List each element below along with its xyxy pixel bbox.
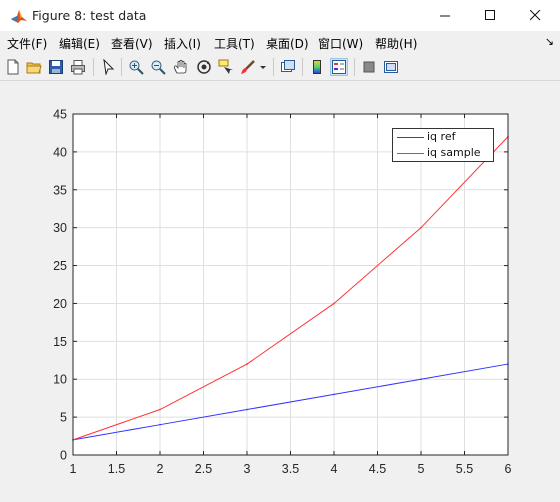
matlab-logo-icon	[10, 7, 28, 25]
title-bar[interactable]: Figure 8: test data	[0, 0, 560, 31]
hide-plot-tools-icon[interactable]	[360, 58, 378, 76]
new-figure-icon[interactable]	[4, 58, 22, 76]
data-point	[246, 408, 248, 411]
legend-label: iq ref	[427, 130, 456, 143]
rotate-3d-icon[interactable]	[195, 58, 213, 76]
menu-view[interactable]: 查看(V)	[111, 35, 153, 52]
x-tick-label: 5	[418, 462, 425, 476]
legend-icon[interactable]	[330, 58, 348, 76]
link-plot-icon[interactable]	[279, 58, 297, 76]
data-point	[333, 393, 335, 396]
y-tick-label: 40	[53, 145, 67, 159]
toolbar-separator	[302, 58, 303, 76]
zoom-out-icon[interactable]	[149, 58, 167, 76]
close-icon	[529, 10, 541, 21]
y-tick-label: 10	[53, 373, 67, 387]
menu-edit[interactable]: 编辑(E)	[59, 35, 100, 52]
zoom-in-icon[interactable]	[127, 58, 145, 76]
brush-dropdown-icon[interactable]	[258, 58, 268, 76]
colorbar-icon[interactable]	[308, 58, 326, 76]
maximize-icon	[484, 10, 496, 21]
legend-label: iq sample	[427, 146, 481, 159]
toolbar-separator	[93, 58, 94, 76]
data-point	[246, 363, 248, 365]
data-point	[333, 302, 335, 305]
x-tick-label: 1	[70, 462, 77, 476]
x-tick-label: 3.5	[282, 462, 299, 476]
toolbar-separator	[354, 58, 355, 76]
menu-desktop[interactable]: 桌面(D)	[266, 35, 309, 52]
menu-insert[interactable]: 插入(I)	[164, 35, 201, 52]
toolbar-separator	[121, 58, 122, 76]
x-tick-label: 5.5	[456, 462, 473, 476]
y-tick-label: 20	[53, 297, 67, 311]
print-icon[interactable]	[69, 58, 87, 76]
maximize-button[interactable]	[467, 0, 513, 31]
figure-toolbar	[0, 54, 560, 81]
x-tick-label: 2.5	[195, 462, 212, 476]
y-tick-label: 0	[60, 449, 67, 463]
legend-entry-iq-sample: iq sample	[393, 146, 493, 161]
x-tick-label: 4.5	[369, 462, 386, 476]
legend-entry-iq-ref: iq ref	[393, 130, 493, 145]
menu-bar: 文件(F) 编辑(E) 查看(V) 插入(I) 工具(T) 桌面(D) 窗口(W…	[0, 31, 560, 53]
y-tick-label: 35	[53, 183, 67, 197]
data-cursor-icon[interactable]	[217, 58, 235, 76]
y-tick-label: 5	[60, 411, 67, 425]
save-icon[interactable]	[47, 58, 65, 76]
toolbar-separator	[273, 58, 274, 76]
legend[interactable]: iq ref iq sample	[392, 128, 494, 162]
minimize-button[interactable]	[422, 0, 468, 31]
pointer-icon[interactable]	[99, 58, 117, 76]
menu-window[interactable]: 窗口(W)	[318, 35, 363, 52]
menu-help[interactable]: 帮助(H)	[375, 35, 417, 52]
close-button[interactable]	[512, 0, 558, 31]
x-tick-label: 6	[505, 462, 512, 476]
minimize-icon	[439, 10, 451, 21]
data-point	[420, 226, 422, 229]
x-tick-label: 4	[331, 462, 338, 476]
open-file-icon[interactable]	[25, 58, 43, 76]
y-tick-label: 25	[53, 259, 67, 273]
menu-overflow-arrow-icon[interactable]: ↘	[545, 35, 554, 48]
x-tick-label: 1.5	[108, 462, 125, 476]
data-point	[159, 408, 161, 411]
show-plot-tools-icon[interactable]	[382, 58, 400, 76]
x-tick-label: 3	[244, 462, 251, 476]
y-tick-label: 15	[53, 335, 67, 349]
menu-tools[interactable]: 工具(T)	[214, 35, 255, 52]
data-point	[159, 423, 161, 426]
x-tick-label: 2	[157, 462, 164, 476]
y-tick-label: 30	[53, 221, 67, 235]
brush-icon[interactable]	[239, 58, 257, 76]
legend-swatch-iq-ref	[397, 137, 424, 138]
pan-hand-icon[interactable]	[172, 58, 190, 76]
legend-swatch-iq-sample	[397, 153, 424, 154]
menu-file[interactable]: 文件(F)	[7, 35, 47, 52]
window-title: Figure 8: test data	[32, 8, 147, 23]
data-point	[420, 378, 422, 381]
y-tick-label: 45	[53, 108, 67, 122]
